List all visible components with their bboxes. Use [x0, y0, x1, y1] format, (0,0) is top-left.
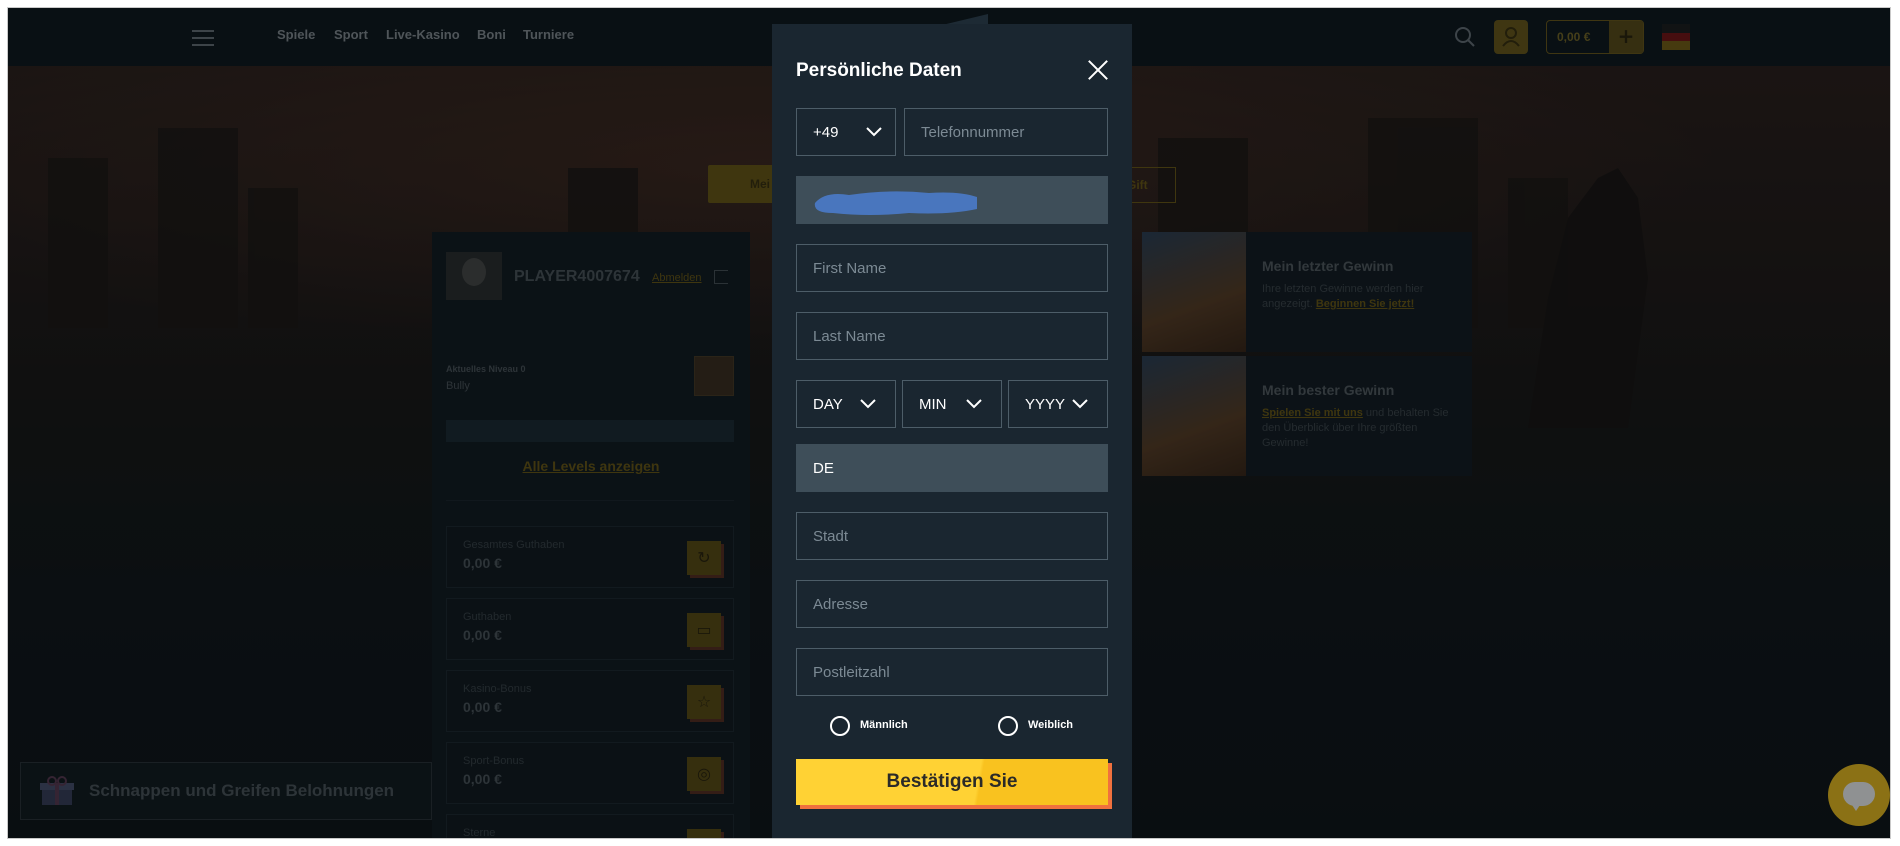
postal-code-input[interactable]: Postleitzahl [796, 648, 1108, 696]
redacted-value [814, 191, 977, 215]
modal-title: Persönliche Daten [796, 60, 962, 81]
radio-circle[interactable] [830, 716, 850, 736]
personal-data-modal: Persönliche Daten +49 Telefonnummer Firs… [772, 24, 1132, 838]
gender-female-label: Weiblich [1028, 719, 1074, 731]
birth-year-label: YYYY [1025, 396, 1066, 413]
last-name-placeholder: Last Name [813, 328, 886, 345]
chevron-down-icon [866, 127, 882, 137]
country-field[interactable]: DE [796, 444, 1108, 492]
country-value: DE [813, 460, 834, 477]
phone-code-select[interactable]: +49 [796, 108, 896, 156]
radio-circle[interactable] [998, 716, 1018, 736]
chevron-down-icon [1072, 399, 1088, 409]
city-input[interactable]: Stadt [796, 512, 1108, 560]
confirm-button[interactable]: Bestätigen Sie [796, 759, 1108, 805]
email-field[interactable] [796, 176, 1108, 224]
confirm-button-label: Bestätigen Sie [886, 771, 1018, 792]
chevron-down-icon [860, 399, 876, 409]
first-name-input[interactable]: First Name [796, 244, 1108, 292]
birth-year-select[interactable]: YYYY [1008, 380, 1108, 428]
close-icon[interactable] [1086, 58, 1110, 82]
city-placeholder: Stadt [813, 528, 849, 545]
postal-code-placeholder: Postleitzahl [813, 664, 890, 681]
birth-month-select[interactable]: MIN [902, 380, 1002, 428]
birth-day-label: DAY [813, 396, 843, 413]
phone-code-value: +49 [813, 124, 839, 141]
birth-day-select[interactable]: DAY [796, 380, 896, 428]
chevron-down-icon [966, 399, 982, 409]
gender-male-label: Männlich [860, 719, 908, 731]
address-input[interactable]: Adresse [796, 580, 1108, 628]
phone-number-input[interactable]: Telefonnummer [904, 108, 1108, 156]
phone-number-placeholder: Telefonnummer [921, 124, 1025, 141]
address-placeholder: Adresse [813, 596, 869, 613]
first-name-placeholder: First Name [813, 260, 887, 277]
browser-viewport: Spiele Sport Live-Kasino Boni Turniere 0… [8, 8, 1890, 838]
birth-month-label: MIN [919, 396, 947, 413]
last-name-input[interactable]: Last Name [796, 312, 1108, 360]
